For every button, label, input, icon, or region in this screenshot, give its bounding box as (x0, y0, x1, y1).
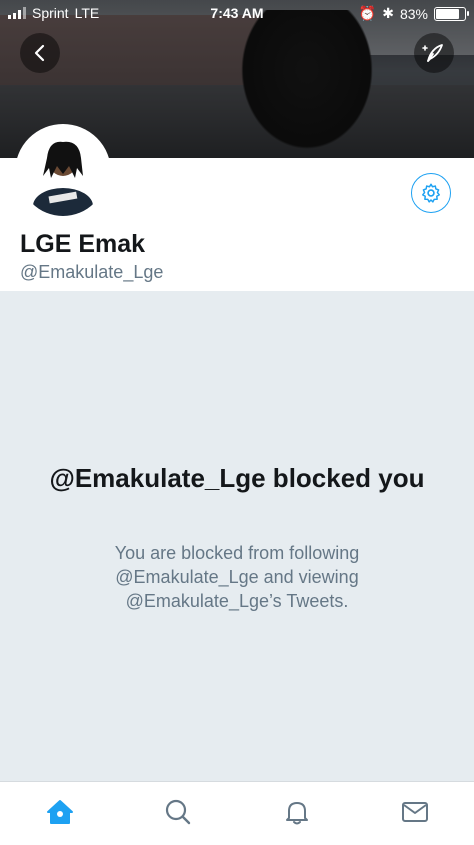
profile-avatar[interactable] (15, 124, 111, 220)
bell-icon (286, 802, 308, 825)
battery-icon (434, 6, 469, 21)
status-bar: Sprint LTE 7:43 AM ⏰ ✱ 83% (0, 0, 474, 26)
battery-percent: 83% (399, 5, 428, 22)
tab-notifications[interactable] (282, 797, 312, 827)
battery-fill (436, 8, 459, 19)
compose-tweet-icon (422, 44, 443, 62)
search-icon (165, 799, 191, 825)
alarm-icon: ⏰ (358, 5, 377, 21)
blocked-title: @Emakulate_Lge blocked you (49, 463, 425, 493)
tab-search[interactable] (163, 797, 193, 827)
home-icon (47, 800, 73, 824)
envelope-icon (402, 802, 428, 822)
avatar-illustration (19, 128, 107, 216)
bluetooth-icon: ✱ (382, 5, 394, 21)
tab-home[interactable] (45, 797, 75, 827)
back-button[interactable] (20, 33, 60, 73)
status-right: ⏰ ✱ 83% (358, 5, 469, 22)
blocked-description: You are blocked from following @Emakulat… (114, 543, 360, 611)
profile-name: LGE Emak (20, 230, 146, 258)
blocked-message-panel: @Emakulate_Lge blocked you You are block… (0, 291, 474, 781)
compose-button[interactable] (414, 33, 454, 73)
settings-button[interactable] (411, 173, 451, 213)
gear-icon (422, 183, 440, 203)
profile-handle: @Emakulate_Lge (20, 262, 164, 282)
tab-messages[interactable] (400, 797, 430, 827)
back-arrow-icon (34, 44, 45, 62)
tab-bar (0, 781, 474, 845)
